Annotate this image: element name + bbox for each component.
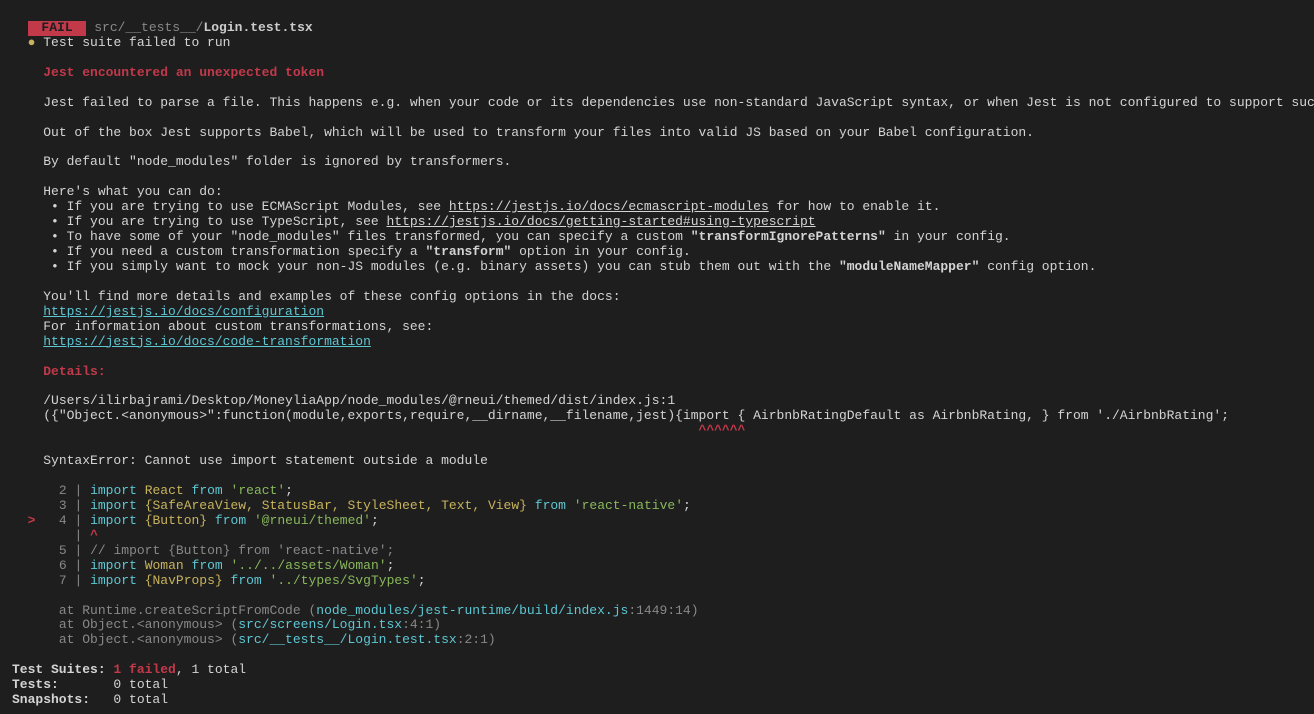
babel-text: Out of the box Jest supports Babel, whic… <box>0 126 1314 141</box>
fail-header-line: FAIL src/__tests__/Login.test.tsx <box>0 6 1314 36</box>
fail-badge: FAIL <box>28 21 87 36</box>
stack-line-2: at Object.<anonymous> (src/screens/Login… <box>0 618 1314 633</box>
file-name: Login.test.tsx <box>203 20 312 35</box>
stack-line-1: at Runtime.createScriptFromCode (node_mo… <box>0 604 1314 619</box>
code-trans-link-line: https://jestjs.io/docs/code-transformati… <box>0 335 1314 350</box>
node-modules-text: By default "node_modules" folder is igno… <box>0 155 1314 170</box>
code-caret-line: | ^ <box>0 529 1314 544</box>
code-line-4: > 4 | import {Button} from '@rneui/theme… <box>0 514 1314 529</box>
what-you-can-do: Here's what you can do: <box>0 185 1314 200</box>
error-path: /Users/ilirbajrami/Desktop/MoneyliaApp/n… <box>0 394 1314 409</box>
suite-failed-text: Test suite failed to run <box>43 35 230 50</box>
bullet-transform-ignore: • To have some of your "node_modules" fi… <box>0 230 1314 245</box>
syntax-error: SyntaxError: Cannot use import statement… <box>0 454 1314 469</box>
bullet-icon: ● <box>28 35 36 50</box>
bullet-transform: • If you need a custom transformation sp… <box>0 245 1314 260</box>
summary-tests: Tests: 0 total <box>0 678 1314 693</box>
bullet-ts: • If you are trying to use TypeScript, s… <box>0 215 1314 230</box>
code-line-2: 2 | import React from 'react'; <box>0 484 1314 499</box>
summary-suites: Test Suites: 1 failed, 1 total <box>0 663 1314 678</box>
ts-link[interactable]: https://jestjs.io/docs/getting-started#u… <box>386 214 815 229</box>
more-details-text: You'll find more details and examples of… <box>0 290 1314 305</box>
code-line-7: 7 | import {NavProps} from '../types/Svg… <box>0 574 1314 589</box>
suite-failed-line: ● Test suite failed to run <box>0 36 1314 51</box>
error-code: ({"Object.<anonymous>":function(module,e… <box>0 409 1314 424</box>
code-line-5: 5 | // import {Button} from 'react-nativ… <box>0 544 1314 559</box>
parse-fail-text: Jest failed to parse a file. This happen… <box>0 96 1314 111</box>
config-link[interactable]: https://jestjs.io/docs/configuration <box>43 304 324 319</box>
unexpected-token-heading: Jest encountered an unexpected token <box>0 66 1314 81</box>
custom-trans-text: For information about custom transformat… <box>0 320 1314 335</box>
stack-line-3: at Object.<anonymous> (src/__tests__/Log… <box>0 633 1314 648</box>
code-line-6: 6 | import Woman from '../../assets/Woma… <box>0 559 1314 574</box>
code-trans-link[interactable]: https://jestjs.io/docs/code-transformati… <box>43 334 371 349</box>
details-heading: Details: <box>0 365 1314 380</box>
bullet-module-mapper: • If you simply want to mock your non-JS… <box>0 260 1314 275</box>
file-path: src/__tests__/ <box>94 20 203 35</box>
code-line-3: 3 | import {SafeAreaView, StatusBar, Sty… <box>0 499 1314 514</box>
caret-line: ^^^^^^ <box>0 424 1314 439</box>
esm-link[interactable]: https://jestjs.io/docs/ecmascript-module… <box>449 199 769 214</box>
bullet-esm: • If you are trying to use ECMAScript Mo… <box>0 200 1314 215</box>
summary-snapshots: Snapshots: 0 total <box>0 693 1314 708</box>
config-link-line: https://jestjs.io/docs/configuration <box>0 305 1314 320</box>
